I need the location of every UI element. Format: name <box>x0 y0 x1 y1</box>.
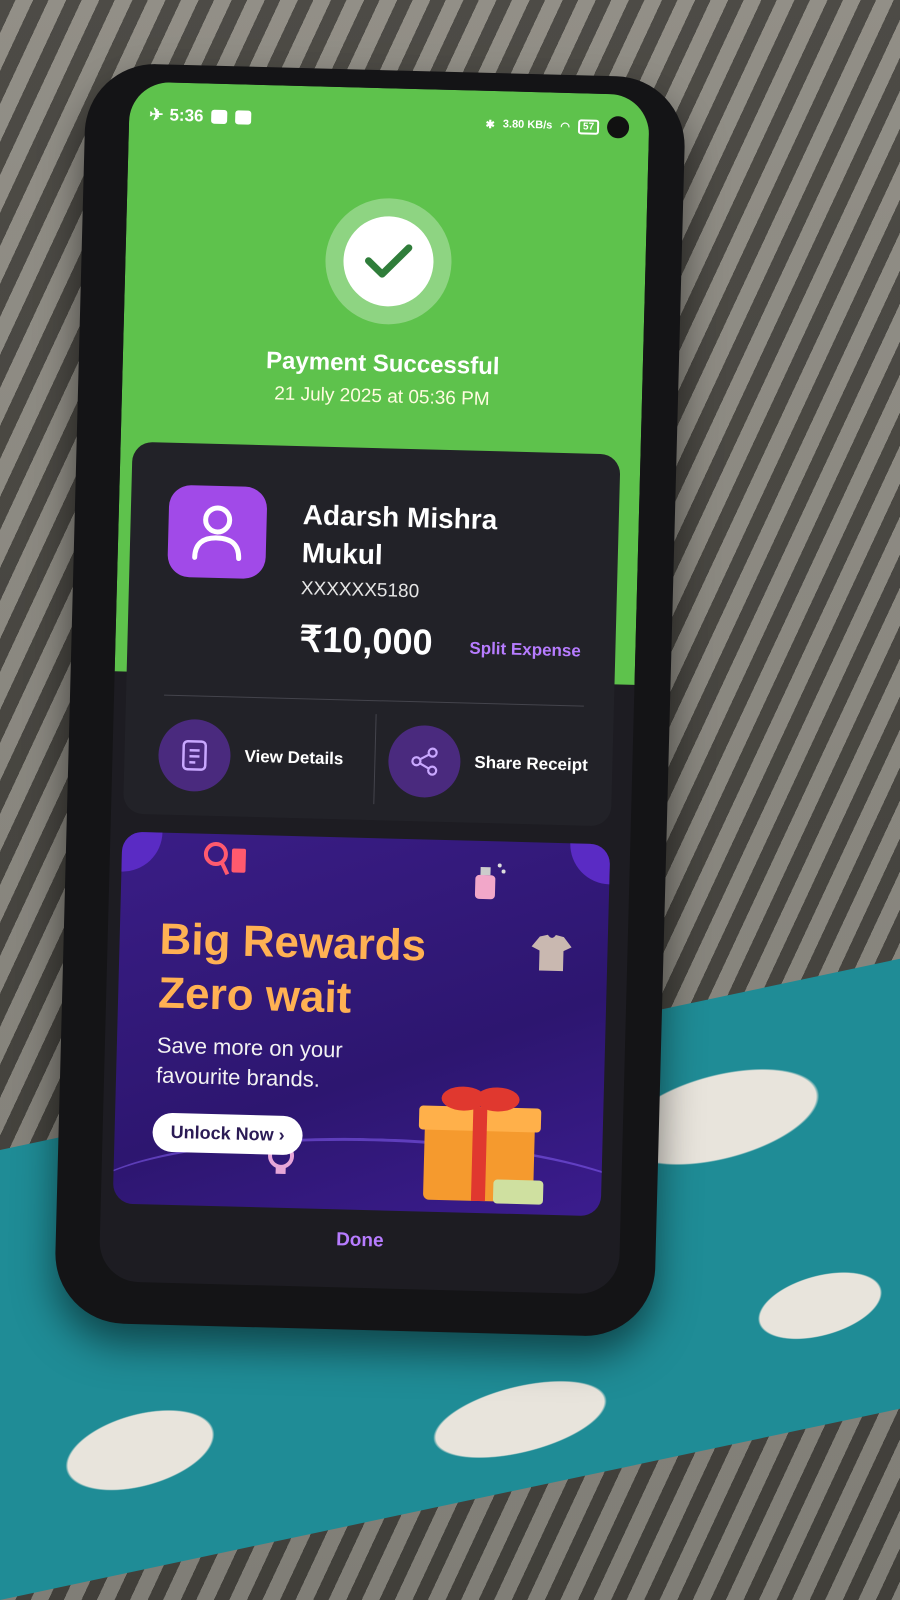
split-expense-link[interactable]: Split Expense <box>469 639 581 662</box>
wifi-icon: ◠ <box>560 120 571 133</box>
perfume-icon <box>474 863 506 900</box>
tshirt-icon <box>531 934 572 972</box>
banner-subtext: Save more on your favourite brands. <box>155 1032 344 1092</box>
document-icon <box>181 739 207 771</box>
user-icon <box>192 505 242 562</box>
notification-icon <box>211 109 228 125</box>
headline-line-1: Big Rewards <box>159 914 427 971</box>
payment-card: Adarsh Mishra Mukul XXXXXX5180 ₹10,000 S… <box>122 441 621 827</box>
share-receipt-button[interactable]: Share Receipt <box>387 724 589 802</box>
payee-name: Adarsh Mishra Mukul <box>301 499 498 571</box>
mirror-comb-icon <box>203 842 247 876</box>
done-button[interactable]: Done <box>100 1223 620 1259</box>
banner-decoration <box>112 831 164 873</box>
banner-headline: Big Rewards Zero wait <box>158 913 427 1028</box>
share-icon <box>411 747 438 776</box>
account-number: XXXXXX5180 <box>300 578 420 603</box>
camera-cutout <box>606 116 630 139</box>
view-details-button[interactable]: View Details <box>157 718 345 795</box>
battery-level: 57 <box>577 118 600 135</box>
unlock-now-button[interactable]: Unlock Now › <box>152 1112 304 1156</box>
checkmark-icon <box>364 244 413 278</box>
bluetooth-icon: ✱ <box>485 118 495 131</box>
view-details-label: View Details <box>244 746 344 769</box>
action-divider <box>373 714 377 805</box>
gift-box-icon <box>418 1086 544 1205</box>
youtube-icon <box>235 110 252 125</box>
banner-decoration <box>569 831 611 886</box>
airplane-icon: ✈ <box>149 105 164 125</box>
phone-screen: ✈ 5:36 ✱ 3.80 KB/s ◠ 57 Payment Successf… <box>98 81 650 1295</box>
payment-amount: ₹10,000 <box>299 618 434 663</box>
phone-device: ✈ 5:36 ✱ 3.80 KB/s ◠ 57 Payment Successf… <box>53 62 687 1338</box>
status-time: 5:36 <box>169 105 204 126</box>
rewards-banner[interactable]: Big Rewards Zero wait Save more on your … <box>112 831 611 1217</box>
headline-line-2: Zero wait <box>157 968 352 1023</box>
share-receipt-label: Share Receipt <box>474 752 589 775</box>
network-speed: 3.80 KB/s <box>502 118 553 132</box>
payee-avatar <box>167 484 268 580</box>
card-divider <box>164 694 584 707</box>
